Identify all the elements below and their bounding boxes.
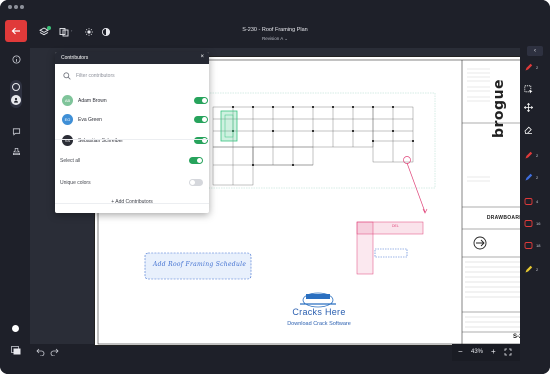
toggle-knob [202, 98, 207, 103]
watermark-subtitle: Download Crack Software [287, 321, 351, 327]
search-icon [63, 72, 71, 80]
zoom-in-button[interactable]: + [491, 347, 496, 356]
contributor-name: Adam Brown [78, 98, 107, 104]
close-icon[interactable]: × [200, 54, 204, 61]
toggle-knob [197, 158, 202, 163]
chevron-left-icon: ‹ [534, 48, 536, 54]
pen-icon [524, 151, 533, 162]
panel-header: Contributors × [55, 52, 209, 64]
tool-cloud-button[interactable]: 4 [524, 196, 546, 208]
revision-label: Revision A [261, 36, 283, 41]
toggle-knob [190, 180, 195, 185]
app-window: › S-230 - Roof Framing Plan Revision A ⌄ [0, 0, 550, 374]
arrow-left-icon [11, 27, 20, 35]
window-control-dot[interactable] [8, 5, 12, 9]
tool-count: 2 [536, 267, 539, 272]
pen-icon [524, 63, 533, 74]
dropdown-chevron-icon[interactable]: › [71, 28, 72, 33]
tool-count: 2 [536, 153, 539, 158]
window-control-dot[interactable] [14, 5, 18, 9]
move-icon [523, 102, 534, 114]
contributors-panel: Contributors × Filter contributors AB Ada… [55, 52, 209, 213]
cloud-icon [524, 241, 533, 252]
comment-icon[interactable] [11, 126, 21, 136]
left-rail [0, 48, 30, 374]
gallery-icon[interactable] [11, 345, 21, 355]
tool-cloud-button[interactable]: 18 [524, 240, 546, 252]
overlay-icon[interactable] [100, 26, 112, 38]
tool-count: 18 [536, 243, 541, 248]
handwritten-note[interactable]: Add Roof Framing Schedule [153, 261, 246, 268]
contributor-toggle[interactable] [194, 116, 208, 123]
cloud-icon [524, 197, 533, 208]
tool-highlighter-button[interactable]: 2 [524, 264, 546, 276]
fullscreen-icon[interactable] [504, 348, 512, 358]
brand-logo: brogue [491, 78, 507, 138]
top-toolbar: › S-230 - Roof Framing Plan Revision A ⌄ [0, 18, 550, 48]
toggle-knob [202, 117, 207, 122]
tool-count: 2 [536, 175, 539, 180]
avatar: EG [62, 114, 73, 125]
right-tool-rail: ‹ 2 2 2 4 16 18 2 [520, 42, 550, 374]
window-control-dot[interactable] [20, 5, 24, 9]
search-input[interactable]: Filter contributors [76, 73, 115, 79]
tool-pen-button[interactable]: 2 [524, 172, 546, 184]
zoom-level: 43% [471, 349, 484, 355]
stamp-icon[interactable] [11, 146, 21, 156]
bottom-bar: − 43% + [30, 344, 550, 366]
active-indicator-dot [47, 26, 51, 30]
undo-icon[interactable] [36, 348, 45, 358]
tool-count: 2 [536, 65, 539, 70]
user-icon[interactable] [11, 95, 21, 105]
window-titlebar [0, 0, 550, 14]
contributor-toggle[interactable] [194, 97, 208, 104]
unique-colors-label: Unique colors [60, 180, 91, 186]
tool-pen-button[interactable]: 2 [524, 62, 546, 74]
compare-icon[interactable] [58, 26, 70, 38]
contributor-row[interactable]: SS Sebastian Schreiber [60, 135, 208, 147]
contributor-search[interactable]: Filter contributors [60, 69, 204, 83]
chevron-down-icon: ⌄ [284, 36, 289, 41]
select-all-label: Select all [60, 158, 81, 164]
collapse-button[interactable]: ‹ [527, 46, 543, 56]
avatar: SS [62, 135, 73, 146]
pen-icon [524, 173, 533, 184]
select-all-toggle[interactable] [189, 157, 203, 164]
divider [55, 139, 209, 140]
eraser-icon [524, 125, 533, 136]
markup-label: DEL [392, 224, 399, 228]
tool-pen-button[interactable]: 2 [524, 150, 546, 162]
contributor-row[interactable]: AB Adam Brown [60, 95, 208, 107]
back-button[interactable] [5, 20, 27, 42]
tool-cloud-button[interactable]: 16 [524, 218, 546, 230]
tool-move-button[interactable] [523, 102, 546, 114]
avatar: AB [62, 95, 73, 106]
redo-icon[interactable] [50, 348, 59, 358]
select-icon [524, 85, 533, 96]
contributor-row[interactable]: EG Eva Green [60, 114, 208, 126]
add-contributors-button[interactable]: + Add Contributors [55, 199, 209, 205]
tool-count: 4 [536, 199, 539, 204]
unique-colors-toggle[interactable] [189, 179, 203, 186]
watermark-title: Cracks Here [292, 307, 346, 317]
tool-count: 16 [536, 221, 541, 226]
info-icon[interactable] [11, 54, 21, 64]
sun-icon[interactable] [83, 26, 95, 38]
contributor-name: Eva Green [78, 117, 102, 123]
panel-title: Contributors [61, 55, 89, 61]
cloud-icon [524, 219, 533, 230]
view-toggle-group [10, 80, 22, 108]
target-icon[interactable] [12, 83, 20, 91]
revision-selector[interactable]: Revision A ⌄ [200, 36, 350, 42]
tool-select-button[interactable] [524, 84, 546, 96]
sheet-title: S-230 - Roof Framing Plan [242, 27, 308, 33]
status-indicator[interactable] [12, 325, 19, 332]
tool-eraser-button[interactable] [524, 124, 546, 136]
highlighter-icon [524, 265, 533, 276]
zoom-out-button[interactable]: − [458, 347, 463, 356]
